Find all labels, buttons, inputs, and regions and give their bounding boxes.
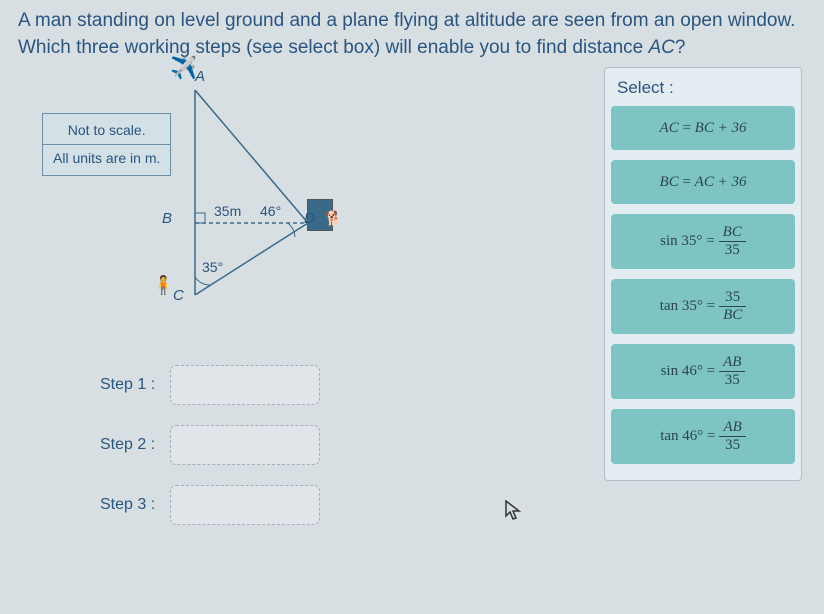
vertex-B: B xyxy=(162,210,172,227)
select-title: Select : xyxy=(611,74,795,106)
option-2[interactable]: BC = AC + 36 xyxy=(611,160,795,204)
step-1-label: Step 1 : xyxy=(100,376,170,394)
option-3[interactable]: sin 35° = BC35 xyxy=(611,214,795,269)
question-text: A man standing on level ground and a pla… xyxy=(0,0,824,65)
cursor-icon xyxy=(505,500,523,528)
select-panel: Select : AC = BC + 36 BC = AC + 36 sin 3… xyxy=(604,67,802,481)
vertex-C: C xyxy=(173,287,184,304)
step-2-row: Step 2 : xyxy=(100,425,320,465)
steps-area: Step 1 : Step 2 : Step 3 : xyxy=(100,365,320,545)
option-6[interactable]: tan 46° = AB35 xyxy=(611,409,795,464)
note-line2: All units are in m. xyxy=(53,148,160,169)
angle-C: 35° xyxy=(202,259,223,275)
option-5[interactable]: sin 46° = AB35 xyxy=(611,344,795,399)
option-1[interactable]: AC = BC + 36 xyxy=(611,106,795,150)
vertex-A: A xyxy=(195,68,205,85)
vertex-D: D xyxy=(304,210,315,227)
step-3-label: Step 3 : xyxy=(100,496,170,514)
step-3-row: Step 3 : xyxy=(100,485,320,525)
length-BD: 35m xyxy=(214,203,241,219)
note-line1: Not to scale. xyxy=(53,120,160,141)
question-line1: A man standing on level ground and a pla… xyxy=(18,8,806,35)
step-1-slot[interactable] xyxy=(170,365,320,405)
geometry-diagram xyxy=(150,65,450,345)
question-line2: Which three working steps (see select bo… xyxy=(18,35,806,62)
option-4[interactable]: tan 35° = 35BC xyxy=(611,279,795,334)
angle-D: 46° xyxy=(260,203,281,219)
step-1-row: Step 1 : xyxy=(100,365,320,405)
step-3-slot[interactable] xyxy=(170,485,320,525)
step-2-slot[interactable] xyxy=(170,425,320,465)
step-2-label: Step 2 : xyxy=(100,436,170,454)
